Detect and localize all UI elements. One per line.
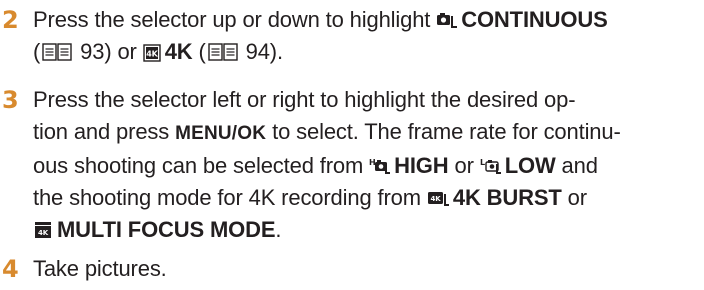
step-text-segment: and: [555, 153, 598, 178]
high-label: HIGH: [394, 153, 449, 178]
step-number: 4: [2, 255, 19, 283]
step-text-segment: Press the selector up or down to highlig…: [33, 7, 437, 32]
step-2: 2 Press the selector up or down to highl…: [0, 4, 704, 68]
step-text: Press the selector up or down to highlig…: [33, 4, 704, 68]
step-number: 2: [2, 6, 19, 34]
page-reference: 93) or: [74, 39, 143, 64]
continuous-high-icon: H: [369, 156, 391, 176]
svg-text:4K: 4K: [430, 195, 441, 203]
continuous-low-icon: L: [480, 156, 501, 176]
step-number: 3: [2, 86, 19, 114]
step-text-segment: tion and press: [33, 119, 176, 144]
continuous-label: CONTINUOUS: [461, 7, 608, 32]
step-text-segment: (: [192, 39, 206, 64]
step-text-segment: ous shooting can be selected from: [33, 153, 370, 178]
svg-text:L: L: [480, 158, 485, 167]
4k-burst-label: 4K BURST: [452, 185, 562, 210]
step-3: 3 Press the selector left or right to hi…: [0, 84, 704, 246]
menu-ok-button-label: MENU/OK: [175, 123, 267, 144]
4k-burst-icon: 4K: [427, 188, 449, 208]
book-reference-icon: [207, 42, 238, 62]
book-reference-icon: [42, 42, 72, 62]
step-text-segment: Press the selector left or right to high…: [33, 87, 576, 112]
step-text-segment: .: [275, 217, 282, 242]
page-reference: 94).: [239, 39, 283, 64]
svg-text:4K: 4K: [146, 50, 158, 59]
4k-icon: 4K: [142, 44, 161, 62]
step-text-segment: to select. The frame rate for continu-: [266, 119, 621, 144]
step-4: 4 Take pictures.: [0, 253, 704, 285]
step-text-segment: (: [33, 39, 41, 64]
multi-focus-icon: 4K: [33, 220, 53, 240]
step-text: Press the selector left or right to high…: [33, 84, 704, 246]
multi-focus-mode-label: MULTI FOCUS MODE: [57, 217, 276, 242]
svg-text:4K: 4K: [38, 229, 49, 237]
4k-label: 4K: [164, 39, 193, 64]
step-text-segment: the shooting mode for 4K recording from: [33, 185, 427, 210]
svg-text:H: H: [369, 158, 376, 167]
step-text-segment: or: [561, 185, 587, 210]
step-text: Take pictures.: [33, 256, 167, 281]
low-label: LOW: [504, 153, 556, 178]
step-text-segment: or: [448, 153, 480, 178]
continuous-shooting-icon: [436, 10, 458, 30]
instruction-steps: 2 Press the selector up or down to highl…: [0, 0, 704, 290]
